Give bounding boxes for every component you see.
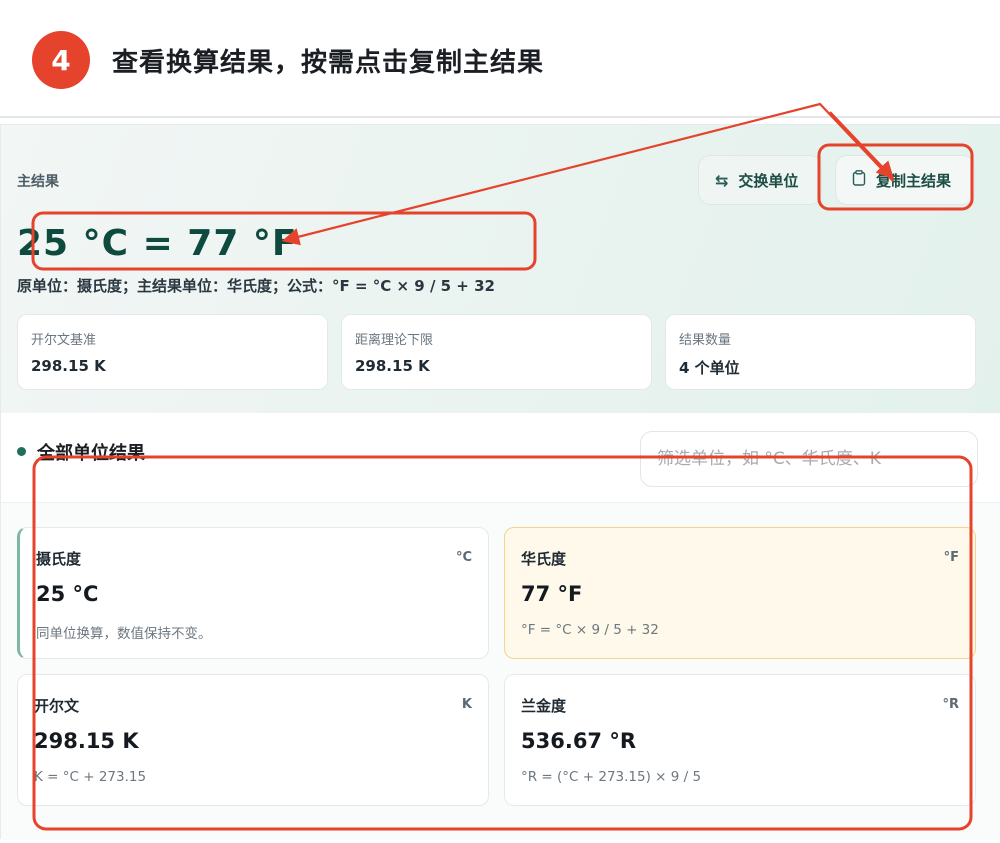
main-result-section: 主结果 ⇆ 交换单位 复制主结果 25 °C = 77 °F 原单位：摄氏度；主…: [1, 125, 1000, 413]
clipboard-icon: [852, 170, 866, 190]
unit-symbol: °C: [455, 550, 472, 565]
stat-result-count: 结果数量 4 个单位: [665, 314, 976, 390]
unit-value: 536.67 °R: [521, 729, 637, 753]
unit-note: 同单位换算，数值保持不变。: [36, 626, 212, 642]
unit-value: 298.15 K: [34, 729, 139, 753]
section-dot-icon: [17, 447, 26, 456]
stat-label: 结果数量: [679, 333, 732, 348]
step-title: 查看换算结果，按需点击复制主结果: [112, 48, 545, 78]
unit-name: 摄氏度: [36, 550, 82, 568]
unit-value: 77 °F: [521, 582, 583, 606]
unit-filter-input[interactable]: [640, 431, 978, 487]
swap-units-label: 交换单位: [738, 171, 799, 190]
main-result-label: 主结果: [17, 174, 59, 190]
stat-kelvin-base: 开尔文基准 298.15 K: [17, 314, 328, 390]
main-result-value: 25 °C = 77 °F: [17, 223, 298, 264]
unit-name: 兰金度: [521, 697, 567, 715]
unit-note: °F = °C × 9 / 5 + 32: [521, 622, 659, 638]
unit-symbol: K: [461, 697, 472, 712]
unit-name: 开尔文: [34, 697, 80, 715]
copy-main-result-label: 复制主结果: [876, 171, 952, 190]
result-card-celsius: 摄氏度 °C 25 °C 同单位换算，数值保持不变。: [17, 527, 489, 659]
unit-symbol: °F: [943, 550, 959, 565]
stat-distance-lower-bound: 距离理论下限 298.15 K: [341, 314, 652, 390]
result-card-kelvin: 开尔文 K 298.15 K K = °C + 273.15: [17, 674, 489, 806]
all-results-header: 全部单位结果: [1, 413, 1000, 503]
unit-results-grid: 摄氏度 °C 25 °C 同单位换算，数值保持不变。 华氏度 °F 77 °F …: [1, 503, 1000, 840]
swap-units-button[interactable]: ⇆ 交换单位: [698, 155, 822, 205]
copy-main-result-button[interactable]: 复制主结果: [835, 155, 975, 205]
stat-value: 298.15 K: [31, 357, 106, 375]
conversion-formula: 原单位：摄氏度；主结果单位：华氏度；公式：°F = °C × 9 / 5 + 3…: [17, 277, 495, 295]
all-results-title: 全部单位结果: [37, 443, 145, 464]
stat-label: 距离理论下限: [355, 333, 434, 348]
swap-arrows-icon: ⇆: [715, 170, 729, 190]
result-card-rankine: 兰金度 °R 536.67 °R °R = (°C + 273.15) × 9 …: [504, 674, 976, 806]
result-card-fahrenheit: 华氏度 °F 77 °F °F = °C × 9 / 5 + 32: [504, 527, 976, 659]
unit-symbol: °R: [942, 697, 959, 712]
unit-note: °R = (°C + 273.15) × 9 / 5: [521, 769, 702, 785]
converter-panel: 主结果 ⇆ 交换单位 复制主结果 25 °C = 77 °F 原单位：摄氏度；主…: [0, 124, 1000, 840]
unit-value: 25 °C: [36, 582, 99, 606]
step-number-badge: 4: [32, 31, 90, 89]
unit-note: K = °C + 273.15: [34, 769, 147, 785]
unit-name: 华氏度: [521, 550, 567, 568]
stat-label: 开尔文基准: [31, 333, 97, 348]
stat-value: 298.15 K: [355, 357, 430, 375]
step-header: 4 查看换算结果，按需点击复制主结果: [0, 0, 1000, 118]
stat-value: 4 个单位: [679, 359, 740, 377]
